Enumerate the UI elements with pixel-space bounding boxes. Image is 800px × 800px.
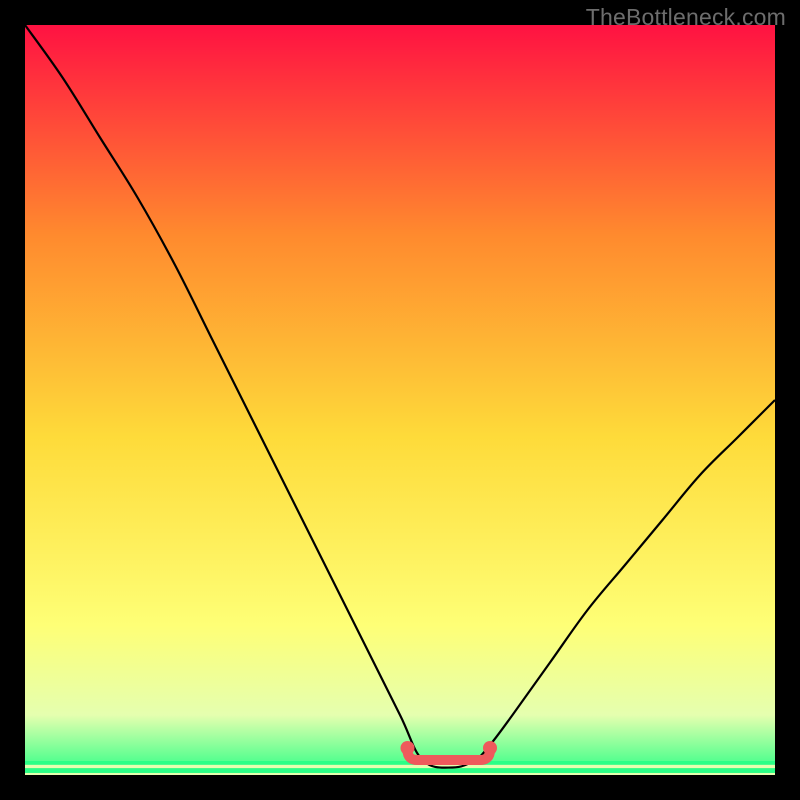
chart-frame xyxy=(25,25,775,775)
heat-gradient-background xyxy=(25,25,775,775)
bottleneck-chart xyxy=(25,25,775,775)
watermark-text: TheBottleneck.com xyxy=(586,4,786,31)
